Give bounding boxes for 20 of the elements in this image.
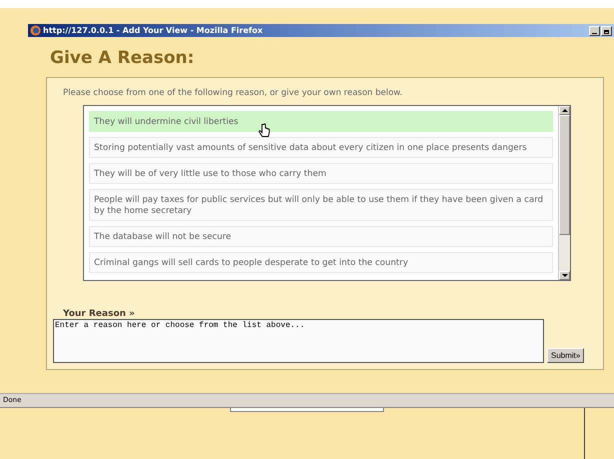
maximize-button[interactable] (601, 26, 612, 36)
reason-option[interactable]: They will undermine civil liberties (89, 111, 553, 132)
scroll-up-icon[interactable] (559, 106, 570, 115)
reason-input-field[interactable]: Enter a reason here or choose from the list above... (53, 319, 544, 363)
minimize-button[interactable] (589, 26, 600, 36)
reason-option[interactable]: The database will not be secure (89, 226, 553, 247)
submit-button[interactable]: Submit» (547, 348, 584, 363)
reason-option[interactable]: They will be of very little use to those who carry them (89, 163, 553, 184)
browser-icon (30, 25, 41, 36)
scrollbar-thumb[interactable] (559, 115, 570, 235)
reason-option[interactable]: People will pay taxes for public services but will only be able to use them if they have been given a card by the home secretary (89, 189, 553, 221)
window-title: http://127.0.0.1 - Add Your View - Mozilla Firefox (43, 26, 264, 35)
instruction-text: Please choose from one of the following reason, or give your own reason below. (63, 88, 404, 98)
scroll-down-icon[interactable] (559, 271, 570, 280)
field-label: Your Reason » (63, 309, 136, 319)
reason-option[interactable]: Storing potentially vast amounts of sensitive data about every citizen in one place presents dangers (89, 137, 553, 158)
page-heading: Give A Reason: (50, 47, 196, 69)
hand-cursor-icon (258, 123, 270, 139)
reason-option[interactable]: Criminal gangs will sell cards to people desperate to get into the country (89, 252, 553, 273)
scrollbar[interactable] (558, 106, 570, 280)
